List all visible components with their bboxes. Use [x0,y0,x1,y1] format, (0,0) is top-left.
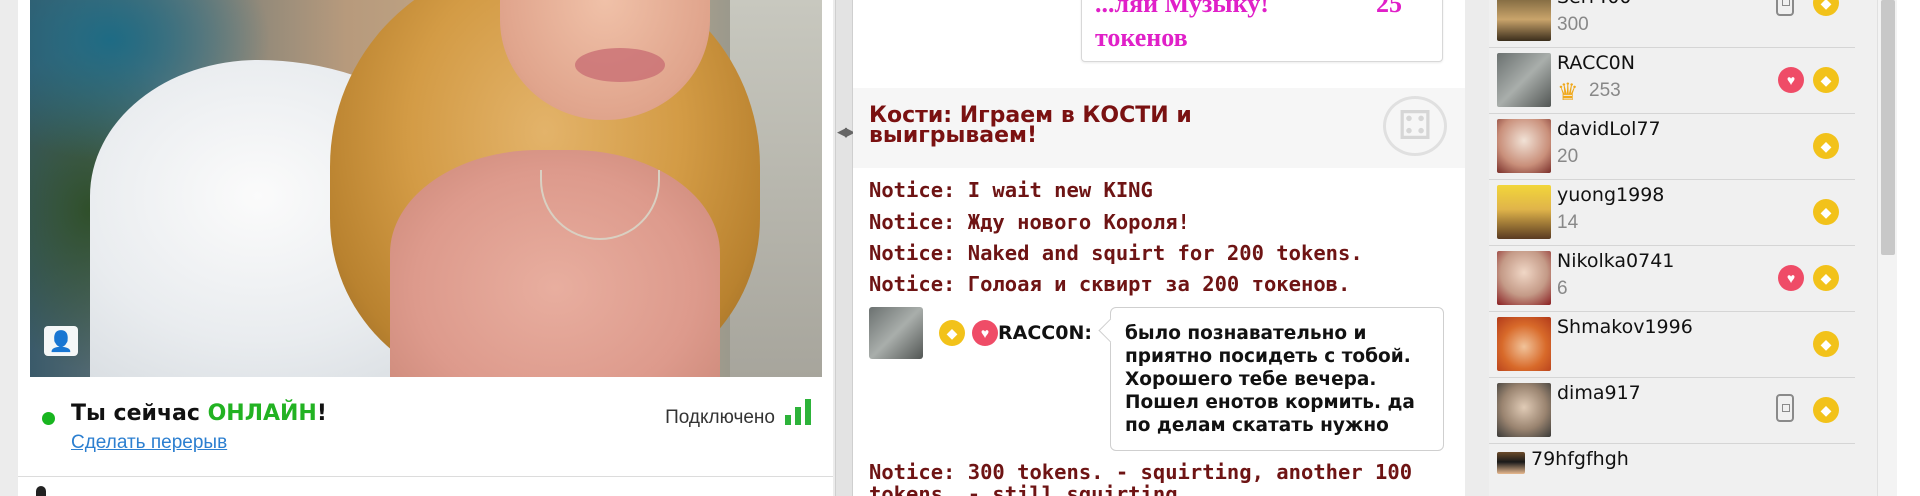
music-menu-box: ...ляй Музыку! токенов 25 [1081,0,1443,62]
status-suffix: ! [316,401,327,426]
app-root: 👤 Ты сейчас ОНЛАЙН! Сделать перерыв Подк… [0,0,1920,496]
user-list-item[interactable]: Serf400 300 ◆ [1489,0,1855,48]
panel-splitter[interactable]: ◀▶ [835,0,855,496]
avatar [1497,452,1525,474]
user-count: 253 [1589,80,1621,101]
signal-strength-icon [785,399,813,425]
tip-icon[interactable]: ◆ [1813,133,1839,159]
notice-message: Notice: Naked and squirt for 200 tokens. [869,241,1363,265]
user-list-item[interactable]: yuong1998 14 ◆ [1489,180,1855,246]
user-list-item[interactable]: dima917 ◆ [1489,378,1855,444]
chat-message-line: по делам скатать нужно [1125,415,1389,436]
music-price: 25 [1376,0,1402,18]
chat-username[interactable]: RACC0N: [998,322,1092,344]
chat-message-line: приятно посидеть с тобой. [1125,346,1411,367]
avatar [1497,0,1551,41]
notice-message: Notice: Голоая и сквирт за 200 токенов. [869,272,1351,296]
music-menu-text: ...ляй Музыку! токенов [1095,0,1269,55]
user-count: 14 [1557,212,1579,233]
user-list-item[interactable]: Shmakov1996 ◆ [1489,312,1855,378]
right-gutter [1897,0,1920,496]
chat-avatar[interactable] [869,307,923,359]
notice-message: Notice: I wait new KING [869,178,1153,202]
status-prefix: Ты сейчас [71,401,208,426]
status-divider [18,476,833,477]
user-name: yuong1998 [1557,184,1665,206]
webcam-video[interactable]: 👤 [30,0,822,377]
chat-message-line: Пошел енотов кормить. да [1125,392,1415,413]
user-name: 79hfgfhgh [1531,448,1629,470]
status-bar: Ты сейчас ОНЛАЙН! Сделать перерыв Подклю… [18,377,833,477]
user-cam-icon[interactable]: 👤 [44,326,78,356]
user-name: dima917 [1557,382,1641,404]
music-line-2: токенов [1095,23,1188,52]
mic-icon [36,486,46,496]
user-list-item[interactable]: 79hfgfhgh [1489,444,1855,496]
avatar [1497,185,1551,239]
phone-icon [1776,394,1794,422]
user-count: 300 [1557,14,1589,35]
chat-message-line: Хорошего тебе вечера. [1125,369,1377,390]
online-indicator-icon [42,412,55,425]
online-status-text: Ты сейчас ОНЛАЙН! [71,401,327,426]
user-count: 6 [1557,278,1568,299]
tip-icon[interactable]: ◆ [1813,0,1839,16]
avatar [1497,251,1551,305]
video-lips [575,48,665,82]
user-name: Shmakov1996 [1557,316,1693,338]
avatar [1497,119,1551,173]
splitter-arrows-icon: ◀▶ [837,124,855,139]
broadcast-panel: 👤 Ты сейчас ОНЛАЙН! Сделать перерыв Подк… [18,0,833,496]
user-count: 20 [1557,146,1579,167]
avatar [1497,53,1551,107]
avatar [1497,383,1551,437]
scrollbar-thumb[interactable] [1881,0,1895,255]
tip-icon[interactable]: ◆ [1813,265,1839,291]
connection-status: Подключено [665,407,775,428]
user-name: Serf400 [1557,0,1632,8]
notice-message: Notice: Жду нового Короля! [869,210,1190,234]
user-list-item[interactable]: Nikolka0741 6 ♥ ◆ [1489,246,1855,312]
chat-message-bubble: было познавательно и приятно посидеть с … [1110,307,1444,451]
tip-icon[interactable]: ◆ [1813,331,1839,357]
phone-icon [1776,0,1794,16]
user-list-item[interactable]: RACC0N ♛ 253 ♥ ◆ [1489,48,1855,114]
chat-panel: ...ляй Музыку! токенов 25 Кости: Играем … [853,0,1465,496]
heart-icon: ♥ [972,320,998,346]
dice-game-text: Кости: Играем в КОСТИ и выигрываем! [869,103,1192,148]
user-name: Nikolka0741 [1557,250,1675,272]
user-list-item[interactable]: davidLol77 20 ◆ [1489,114,1855,180]
status-online-word: ОНЛАЙН [207,401,317,426]
dice-icon[interactable]: ⚃ [1383,96,1447,156]
user-name: davidLol77 [1557,118,1661,140]
crown-icon: ♛ [1557,79,1579,106]
tip-icon[interactable]: ◆ [1813,397,1839,423]
user-list: Serf400 300 ◆ RACC0N ♛ 253 ♥ ◆ davidLol7… [1489,0,1877,496]
dice-game-banner[interactable]: Кости: Играем в КОСТИ и выигрываем! ⚃ [853,88,1465,168]
heart-icon[interactable]: ♥ [1778,67,1804,93]
chat-message-line: было познавательно и [1125,323,1367,344]
music-line-1: ...ляй Музыку! [1095,0,1269,18]
take-break-link[interactable]: Сделать перерыв [71,432,227,454]
tip-icon: ◆ [939,320,965,346]
notice-message: Notice: 300 tokens. - squirting, another… [869,460,1413,484]
tip-icon[interactable]: ◆ [1813,199,1839,225]
notice-message-cont: tokens. - still squirting [869,482,1178,496]
heart-icon[interactable]: ♥ [1778,265,1804,291]
avatar [1497,317,1551,371]
user-list-scrollbar[interactable] [1877,0,1897,496]
tip-icon[interactable]: ◆ [1813,67,1839,93]
user-name: RACC0N [1557,52,1635,74]
